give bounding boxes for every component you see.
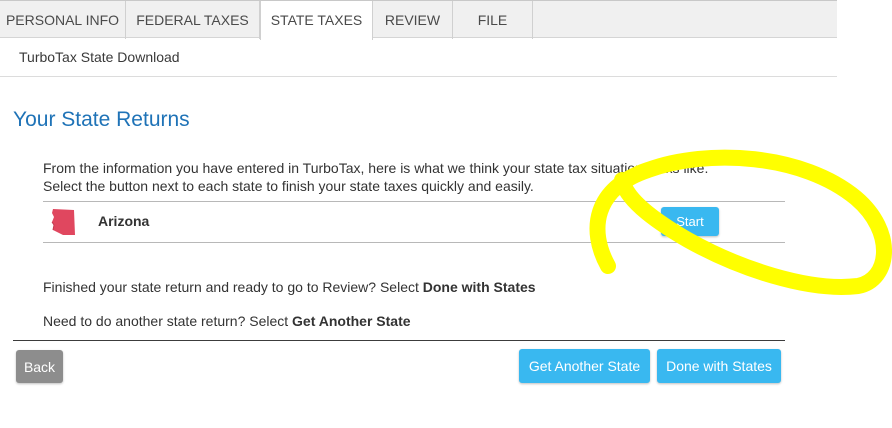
intro-text: From the information you have entered in… bbox=[43, 159, 708, 195]
state-row-bottom-divider bbox=[43, 242, 785, 243]
state-row-top-divider bbox=[43, 201, 785, 202]
another-instruction: Need to do another state return? Select … bbox=[43, 313, 411, 329]
done-with-states-button[interactable]: Done with States bbox=[657, 349, 781, 383]
footer-divider bbox=[13, 340, 785, 341]
tab-federal-taxes[interactable]: FEDERAL TAXES bbox=[126, 1, 260, 39]
page-title: Your State Returns bbox=[13, 108, 190, 131]
tab-state-taxes[interactable]: STATE TAXES bbox=[260, 1, 373, 40]
intro-line-1: From the information you have entered in… bbox=[43, 160, 709, 176]
state-name-arizona: Arizona bbox=[98, 213, 150, 229]
another-instruction-prefix: Need to do another state return? Select bbox=[43, 313, 293, 329]
done-instruction: Finished your state return and ready to … bbox=[43, 279, 536, 295]
arizona-state-shape-icon bbox=[50, 208, 78, 236]
start-arizona-button[interactable]: Start bbox=[661, 207, 719, 236]
done-instruction-emphasis: Done with States bbox=[422, 279, 536, 295]
get-another-state-button[interactable]: Get Another State bbox=[519, 349, 650, 383]
tab-personal-info[interactable]: PERSONAL INFO bbox=[0, 1, 126, 39]
subnav-turbotax-state-download[interactable]: TurboTax State Download bbox=[19, 49, 180, 65]
intro-line-2: Select the button next to each state to … bbox=[43, 178, 534, 194]
subnav-divider bbox=[0, 76, 837, 77]
tab-bar: PERSONAL INFO FEDERAL TAXES STATE TAXES … bbox=[0, 0, 837, 40]
another-instruction-emphasis: Get Another State bbox=[292, 313, 411, 329]
done-instruction-prefix: Finished your state return and ready to … bbox=[43, 279, 423, 295]
tab-file[interactable]: FILE bbox=[453, 1, 533, 39]
back-button[interactable]: Back bbox=[16, 350, 63, 383]
tab-review[interactable]: REVIEW bbox=[373, 1, 453, 39]
